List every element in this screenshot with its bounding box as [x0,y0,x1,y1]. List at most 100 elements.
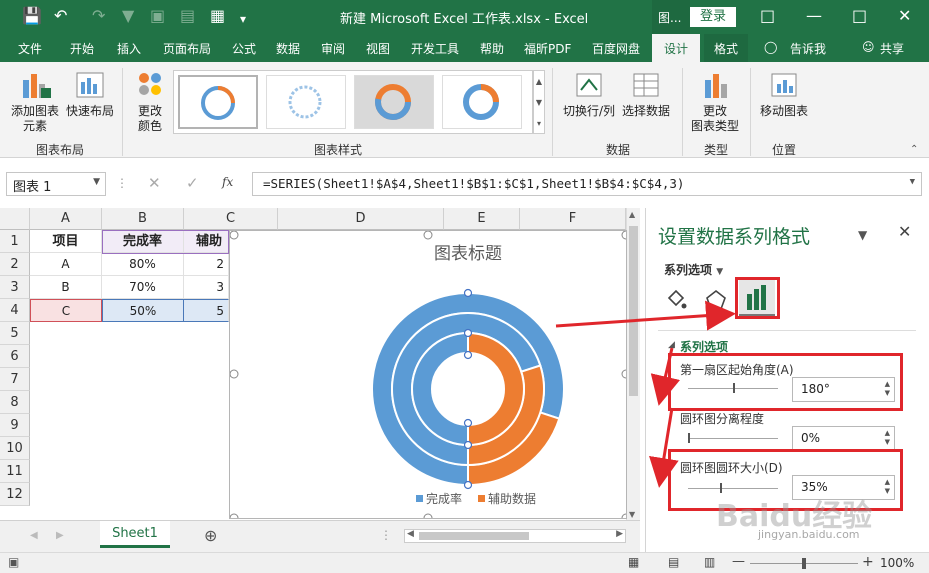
tab-help[interactable]: 帮助 [480,40,504,57]
series-options-dropdown[interactable]: 系列选项 ▼ [664,261,723,278]
h-scroll-thumb[interactable] [419,532,529,540]
camera-icon[interactable]: ▣ [150,7,165,25]
doughnut-chart[interactable]: 图表标题 完成率 辅助数据 [229,230,631,523]
move-chart-button[interactable]: 移动图表 [756,70,812,119]
scroll-left-icon[interactable]: ◀ [407,529,414,539]
tab-formulas[interactable]: 公式 [232,40,256,57]
section-collapse-icon[interactable]: ◢ [668,340,675,350]
row-header[interactable]: 1 [0,230,30,253]
macro-record-icon[interactable]: ▣ [8,555,19,569]
cell-b2[interactable]: 80% [102,253,184,276]
row-header[interactable]: 7 [0,368,30,391]
tab-format[interactable]: 格式 [704,34,749,62]
image-icon[interactable]: ▤ [180,7,195,25]
row-header[interactable]: 8 [0,391,30,414]
explosion-slider[interactable] [688,438,778,439]
switch-row-column-button[interactable]: 切换行/列 [560,70,618,119]
insert-function-icon[interactable]: fx [222,175,233,189]
row-header[interactable]: 2 [0,253,30,276]
cell-a2[interactable]: A [30,253,102,276]
tab-data[interactable]: 数据 [276,40,300,57]
gallery-scroll[interactable]: ▲ ▼ ▾ [533,70,545,134]
add-sheet-icon[interactable]: ⊕ [204,526,217,545]
tab-design[interactable]: 设计 [652,34,701,62]
explosion-input[interactable]: 0% ▲ ▼ [792,426,895,451]
select-data-button[interactable]: 选择数据 [620,70,672,119]
scroll-thumb[interactable] [629,226,638,396]
tab-foxit-pdf[interactable]: 福昕PDF [524,40,571,57]
expand-formula-icon[interactable]: ▼ [910,177,915,187]
cell-a4[interactable]: C [30,299,102,322]
scroll-up-icon[interactable]: ▲ [629,210,635,219]
sheet-tab-sheet1[interactable]: Sheet1 [100,521,170,548]
close-icon[interactable]: ✕ [898,6,911,25]
scroll-right-icon[interactable]: ▶ [616,529,623,539]
cell-a1[interactable]: 项目 [30,230,102,253]
select-all-corner[interactable] [0,208,30,230]
share-button[interactable]: 共享 [880,40,904,57]
normal-view-icon[interactable]: ▦ [628,555,639,569]
pane-options-icon[interactable]: ▼ [858,228,867,242]
pane-close-icon[interactable]: ✕ [898,222,911,241]
login-button[interactable]: 登录 [690,7,736,27]
enter-icon[interactable]: ✓ [186,174,199,192]
tab-insert[interactable]: 插入 [117,40,141,57]
row-header[interactable]: 9 [0,414,30,437]
tab-view[interactable]: 视图 [366,40,390,57]
tab-review[interactable]: 审阅 [321,40,345,57]
undo-icon[interactable]: ↶ [54,7,67,25]
spinner-icon[interactable]: ▲ ▼ [885,429,890,447]
cell-c3[interactable]: 3 [184,276,229,299]
change-colors-button[interactable]: 更改 颜色 [128,70,172,134]
row-header[interactable]: 5 [0,322,30,345]
collapse-ribbon-icon[interactable]: ⌃ [910,144,918,155]
horizontal-scrollbar[interactable]: ◀ ▶ [404,529,626,543]
minimize-icon[interactable]: — [806,6,822,25]
column-header-b[interactable]: B [102,208,184,230]
save-icon[interactable]: 💾 [22,7,42,25]
row-header[interactable]: 4 [0,299,30,322]
tab-developer[interactable]: 开发工具 [411,40,459,57]
row-header[interactable]: 3 [0,276,30,299]
effects-icon[interactable] [704,288,728,312]
scroll-down-icon[interactable]: ▼ [629,510,635,519]
cell-b4[interactable]: 50% [102,299,184,322]
fill-line-icon[interactable] [664,288,688,312]
customize-qat-icon[interactable]: ▾ [240,10,246,28]
cell-a3[interactable]: B [30,276,102,299]
cell-c2[interactable]: 2 [184,253,229,276]
tab-baidu-netdisk[interactable]: 百度网盘 [592,40,640,57]
row-header[interactable]: 6 [0,345,30,368]
tell-me-box[interactable]: 告诉我 [790,40,826,57]
filter-icon[interactable]: ▼ [122,7,134,25]
formula-input[interactable]: =SERIES(Sheet1!$A$4,Sheet1!$B$1:$C$1,She… [252,172,922,196]
zoom-in-icon[interactable]: + [862,554,874,570]
redo-icon[interactable]: ↷ [92,7,105,25]
chart-style-4[interactable] [442,75,522,129]
form-icon[interactable]: ▦ [210,7,225,25]
add-chart-element-button[interactable]: 添加图表 元素 [6,70,64,134]
zoom-level[interactable]: 100% [880,556,914,570]
tab-home[interactable]: 开始 [70,40,94,57]
page-layout-view-icon[interactable]: ▤ [668,555,679,569]
cell-b3[interactable]: 70% [102,276,184,299]
maximize-icon[interactable]: □ [852,6,867,25]
cancel-icon[interactable]: ✕ [148,174,161,192]
page-break-view-icon[interactable]: ▥ [704,555,715,569]
chart-style-3[interactable] [354,75,434,129]
chart-style-1[interactable] [178,75,258,129]
tab-split-icon[interactable]: ⋮ [380,528,392,542]
tab-page-layout[interactable]: 页面布局 [163,40,211,57]
change-chart-type-button[interactable]: 更改 图表类型 [688,70,742,134]
explosion-knob[interactable] [688,433,690,443]
chart-style-2[interactable] [266,75,346,129]
name-box[interactable]: 图表 1 ▼ [6,172,106,196]
column-header-c[interactable]: C [184,208,278,230]
zoom-knob[interactable] [802,558,806,569]
row-header[interactable]: 12 [0,483,30,506]
ribbon-display-icon[interactable]: □ [760,6,775,25]
column-header-a[interactable]: A [30,208,102,230]
vertical-scrollbar[interactable]: ▲ ▼ [626,208,640,520]
column-header-d[interactable]: D [278,208,444,230]
next-sheet-icon[interactable]: ▶ [56,530,64,541]
